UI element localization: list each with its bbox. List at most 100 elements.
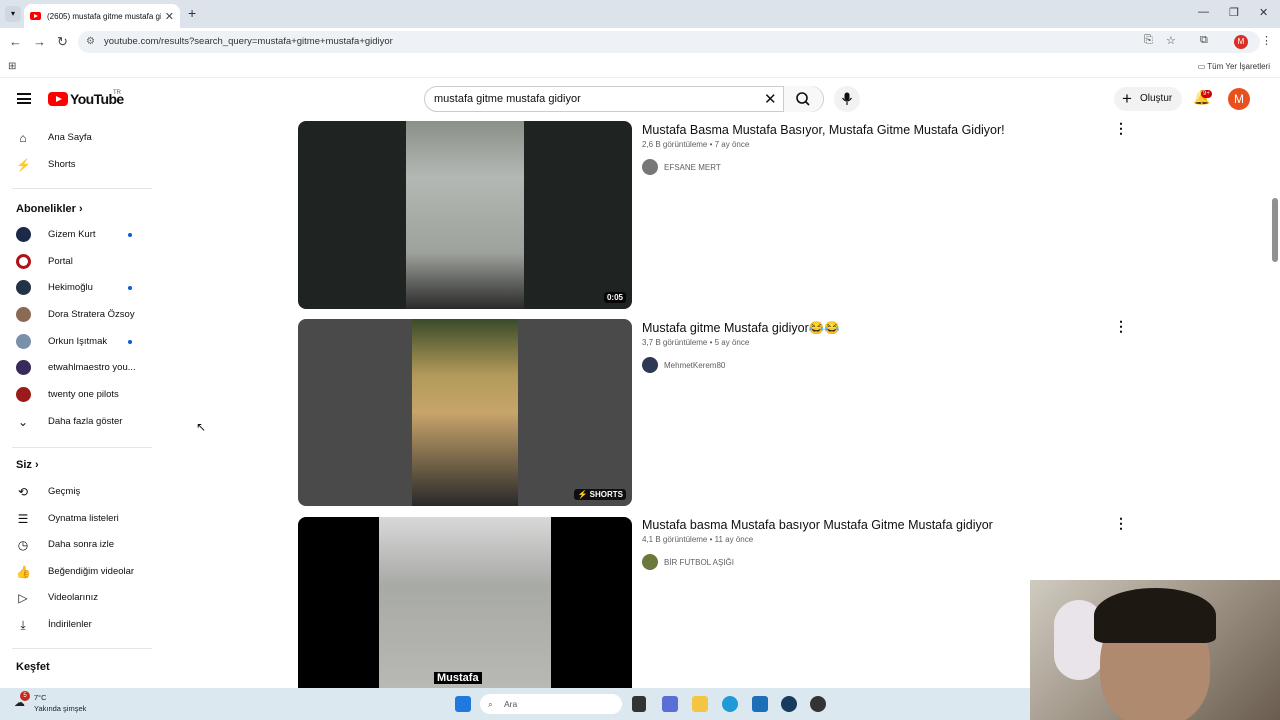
task-view-icon[interactable] xyxy=(632,696,646,712)
show-more-label: Daha fazla göster xyxy=(48,416,123,427)
all-bookmarks-label: Tüm Yer İşaretleri xyxy=(1207,62,1270,71)
sidebar-item-playlists[interactable]: ☰ Oynatma listeleri xyxy=(0,506,152,532)
search-input[interactable] xyxy=(434,91,754,107)
shorts-label: SHORTS xyxy=(589,490,623,499)
tab-search-icon[interactable]: ▾ xyxy=(5,6,21,22)
search-icon xyxy=(796,92,810,106)
channel-avatar xyxy=(16,254,31,269)
your-videos-icon: ▷ xyxy=(18,591,28,605)
sidebar-item-gizem-kurt[interactable]: Gizem Kurt xyxy=(0,222,152,248)
sidebar-item-label: Shorts xyxy=(48,159,76,170)
voice-search-button[interactable] xyxy=(834,86,860,112)
forward-icon[interactable]: → xyxy=(33,34,46,49)
back-icon[interactable]: ← xyxy=(9,34,22,49)
browser-profile-avatar[interactable]: M xyxy=(1234,35,1248,49)
close-tab-icon[interactable]: ✕ xyxy=(165,10,174,23)
file-explorer-icon[interactable] xyxy=(692,696,708,712)
sidebar-item-portal[interactable]: Portal xyxy=(0,249,152,275)
notification-badge: 9+ xyxy=(1201,90,1212,98)
show-more-button[interactable]: ⌄ Daha fazla göster xyxy=(0,409,152,435)
playlists-icon: ☰ xyxy=(17,512,29,526)
apps-grid-icon[interactable]: ⊞ xyxy=(8,61,16,72)
video-meta: 4,1 B görüntüleme • 11 ay önce xyxy=(642,535,754,544)
sidebar-item-liked-videos[interactable]: 👍 Beğendiğim videolar xyxy=(0,559,152,585)
sidebar-divider xyxy=(12,648,152,649)
restore-icon[interactable]: ❐ xyxy=(1229,6,1239,19)
page-scrollbar[interactable] xyxy=(1272,198,1278,262)
video-thumbnail[interactable]: ⚡ SHORTS xyxy=(298,319,632,506)
clear-search-icon[interactable]: ✕ xyxy=(764,90,777,108)
teams-icon[interactable] xyxy=(662,696,678,712)
start-windows-icon[interactable] xyxy=(455,696,471,712)
sidebar-item-label: Beğendiğim videolar xyxy=(48,566,135,577)
channel-link[interactable]: MehmetKerem80 xyxy=(642,357,725,373)
sidebar-item-your-videos[interactable]: ▷ Videolarınız xyxy=(0,585,152,611)
sidebar-item-home[interactable]: ⌂ Ana Sayfa xyxy=(0,125,152,151)
chevron-down-icon: ⌄ xyxy=(17,415,29,429)
sidebar-item-label: Videolarınız xyxy=(48,592,98,603)
more-actions-icon[interactable]: ⋮ xyxy=(1114,319,1128,333)
install-app-icon[interactable]: ⎘ xyxy=(1144,34,1153,47)
sidebar-item-etwahlmaestro[interactable]: etwahlmaestro you... xyxy=(0,355,152,381)
video-title[interactable]: Mustafa gitme Mustafa gidiyor😂😂 xyxy=(642,321,840,336)
more-actions-icon[interactable]: ⋮ xyxy=(1114,121,1128,135)
taskbar-search[interactable]: ⌕ Ara xyxy=(480,694,622,714)
channel-avatar xyxy=(16,360,31,375)
video-thumbnail[interactable]: Mustafa xyxy=(298,517,632,688)
subscriptions-heading[interactable]: Abonelikler › xyxy=(16,203,83,215)
sidebar-item-label: etwahlmaestro you... xyxy=(48,362,136,373)
channel-avatar xyxy=(16,307,31,322)
store-icon[interactable] xyxy=(752,696,768,712)
video-thumbnail[interactable]: 0:05 xyxy=(298,121,632,309)
url-text: youtube.com/results?search_query=mustafa… xyxy=(104,36,393,47)
extensions-icon[interactable]: ⧉ xyxy=(1200,34,1208,47)
sidebar-item-orkun-isitmak[interactable]: Orkun Işıtmak xyxy=(0,329,152,355)
edge-icon[interactable] xyxy=(722,696,738,712)
video-title[interactable]: Mustafa basma Mustafa basıyor Mustafa Gi… xyxy=(642,518,993,532)
site-info-icon[interactable]: ⚙ xyxy=(86,31,95,53)
hamburger-menu-icon[interactable] xyxy=(17,93,31,104)
sidebar-item-watch-later[interactable]: ◷ Daha sonra izle xyxy=(0,532,152,558)
history-icon: ⟲ xyxy=(17,485,29,499)
steam-icon[interactable] xyxy=(781,696,797,712)
tab-title: (2605) mustafa gitme mustafa gidiyor xyxy=(47,11,161,21)
sidebar-item-hekimoglu[interactable]: Hekimoğlu xyxy=(0,275,152,301)
sidebar-divider xyxy=(12,447,152,448)
channel-name: EFSANE MERT xyxy=(664,162,721,172)
sidebar-item-twenty-one-pilots[interactable]: twenty one pilots xyxy=(0,382,152,408)
watch-later-icon: ◷ xyxy=(17,538,29,552)
you-heading[interactable]: Siz › xyxy=(16,459,39,471)
channel-avatar xyxy=(642,159,658,175)
chrome-icon[interactable] xyxy=(810,696,826,712)
sidebar-item-history[interactable]: ⟲ Geçmiş xyxy=(0,479,152,505)
browser-tab[interactable]: (2605) mustafa gitme mustafa gidiyor ✕ xyxy=(24,4,180,28)
close-window-icon[interactable]: ✕ xyxy=(1259,6,1268,19)
channel-link[interactable]: EFSANE MERT xyxy=(642,159,721,175)
new-tab-icon[interactable]: + xyxy=(188,5,196,21)
reload-icon[interactable]: ↻ xyxy=(57,34,68,50)
video-meta: 3,7 B görüntüleme • 5 ay önce xyxy=(642,338,750,347)
new-content-dot xyxy=(128,286,132,290)
like-icon: 👍 xyxy=(16,565,31,579)
search-button[interactable] xyxy=(783,86,823,112)
bookmark-star-icon[interactable]: ☆ xyxy=(1166,34,1176,47)
video-title[interactable]: Mustafa Basma Mustafa Basıyor, Mustafa G… xyxy=(642,123,1005,137)
channel-avatar xyxy=(16,334,31,349)
sidebar-item-shorts[interactable]: ⚡ Shorts xyxy=(0,152,152,178)
more-actions-icon[interactable]: ⋮ xyxy=(1114,516,1128,530)
all-bookmarks-button[interactable]: ▭ Tüm Yer İşaretleri xyxy=(1198,62,1270,71)
sidebar-item-downloads[interactable]: ⤓ İndirilenler xyxy=(0,612,152,638)
browser-menu-icon[interactable]: ⋮ xyxy=(1261,34,1272,47)
thumbnail-image xyxy=(412,319,518,506)
shorts-badge: ⚡ SHORTS xyxy=(574,489,626,500)
create-button[interactable]: + Oluştur xyxy=(1114,87,1182,111)
channel-avatar xyxy=(16,387,31,402)
sidebar-item-dora-stratera[interactable]: Dora Stratera Özsoy xyxy=(0,302,152,328)
account-avatar[interactable]: M xyxy=(1228,88,1250,110)
sidebar-item-label: Orkun Işıtmak xyxy=(48,336,108,347)
minimize-icon[interactable]: — xyxy=(1198,6,1209,18)
channel-link[interactable]: BİR FUTBOL AŞIĞI xyxy=(642,554,734,570)
url-field[interactable]: ⚙ youtube.com/results?search_query=musta… xyxy=(78,31,1260,53)
youtube-logo[interactable]: YouTube TR xyxy=(48,90,124,107)
chevron-right-icon: › xyxy=(34,459,39,471)
